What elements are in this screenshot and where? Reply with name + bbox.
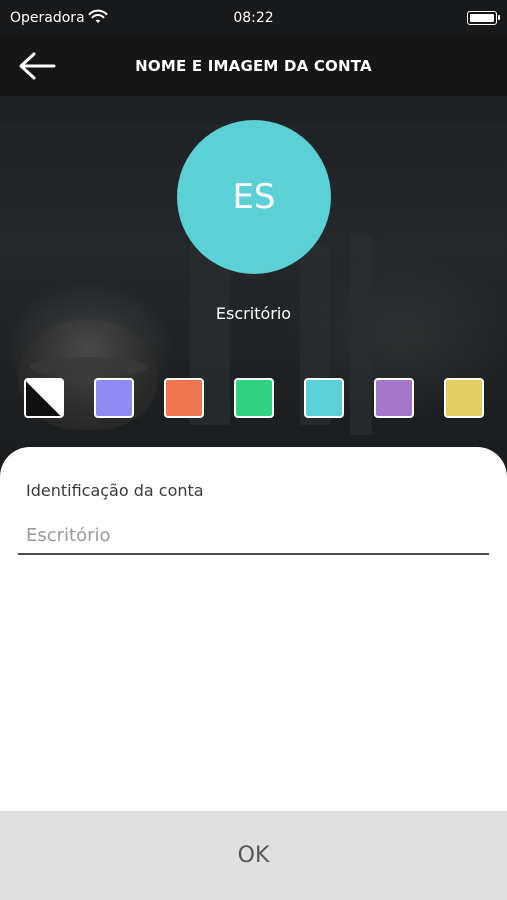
color-swatch-purple[interactable]: [374, 378, 414, 418]
status-time: 08:22: [233, 10, 274, 26]
account-id-input[interactable]: [18, 517, 489, 555]
account-name-image-screen: Operadora 08:22 NOME E IMAGEM DA CONTA E…: [0, 0, 507, 900]
color-swatch-green[interactable]: [234, 378, 274, 418]
color-swatch-lavender[interactable]: [94, 378, 134, 418]
account-avatar: ES: [177, 120, 331, 274]
battery-icon: [467, 11, 500, 25]
ok-button[interactable]: OK: [0, 811, 507, 900]
page-title: NOME E IMAGEM DA CONTA: [135, 57, 372, 75]
navigation-bar: NOME E IMAGEM DA CONTA: [0, 36, 507, 96]
color-swatch-yellow[interactable]: [444, 378, 484, 418]
header-background: Operadora 08:22 NOME E IMAGEM DA CONTA E…: [0, 0, 507, 470]
form-card: Identificação da conta: [0, 447, 507, 817]
color-swatch-cyan[interactable]: [304, 378, 344, 418]
color-swatch-none[interactable]: [24, 378, 64, 418]
no-color-icon: [26, 380, 62, 416]
account-id-label: Identificação da conta: [26, 481, 204, 500]
account-name-display: Escritório: [215, 304, 292, 323]
status-bar: Operadora 08:22: [0, 0, 507, 36]
color-swatch-orange[interactable]: [164, 378, 204, 418]
